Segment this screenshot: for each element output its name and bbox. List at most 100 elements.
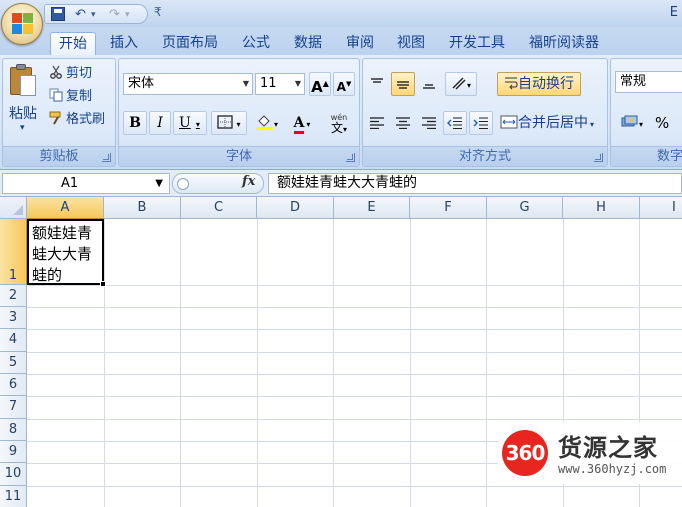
tab-developer[interactable]: 开发工具 [441, 32, 513, 55]
underline-icon: U [179, 115, 191, 131]
merge-cells-icon [500, 115, 518, 129]
row-header-10[interactable]: 10 [0, 463, 27, 486]
tab-review[interactable]: 审阅 [338, 32, 382, 55]
save-icon[interactable] [51, 7, 65, 21]
tab-home[interactable]: 开始 [50, 32, 96, 55]
select-all-button[interactable] [0, 197, 27, 219]
window-title: E [669, 5, 678, 20]
row-header-11[interactable]: 11 [0, 486, 27, 507]
clipboard-dialog-launcher-icon[interactable] [102, 153, 111, 162]
row-header-3[interactable]: 3 [0, 307, 27, 329]
column-header-b[interactable]: B [104, 197, 181, 219]
bold-button[interactable]: B [123, 111, 147, 135]
align-middle-icon [397, 81, 409, 89]
column-header-c[interactable]: C [181, 197, 257, 219]
row-header-4[interactable]: 4 [0, 329, 27, 352]
scissors-icon [50, 65, 62, 79]
group-number-label: 数字 [611, 146, 682, 166]
font-size-combo[interactable]: 11 ▼ [255, 73, 305, 95]
decrease-indent-icon [447, 117, 462, 129]
row-header-2[interactable]: 2 [0, 285, 27, 307]
font-color-button[interactable]: A ▾ [285, 111, 319, 135]
align-right-icon [422, 117, 436, 129]
paste-icon[interactable] [8, 63, 38, 97]
accounting-format-button[interactable]: ▾ [615, 111, 649, 135]
name-box[interactable]: A1 ▼ [2, 173, 170, 194]
formula-input[interactable]: 额娃娃青蛙大大青蛙的 [268, 173, 682, 194]
row-header-7[interactable]: 7 [0, 396, 27, 419]
chevron-down-icon[interactable]: ▼ [155, 174, 163, 193]
increase-indent-button[interactable] [469, 111, 493, 135]
column-header-i[interactable]: I [640, 197, 682, 219]
row-header-6[interactable]: 6 [0, 374, 27, 396]
column-header-a[interactable]: A [27, 197, 104, 219]
group-clipboard: 粘贴 ▾ 剪切 复制 格式刷 剪贴板 [2, 58, 116, 167]
tab-foxit-reader[interactable]: 福昕阅读器 [521, 32, 607, 55]
underline-button[interactable]: U ▾ [173, 111, 207, 135]
align-top-button[interactable] [365, 72, 389, 96]
format-painter-button[interactable]: 格式刷 [49, 110, 105, 130]
orientation-button[interactable]: ▾ [445, 72, 477, 96]
redo-icon[interactable]: ↷ [109, 7, 120, 23]
orientation-icon [452, 77, 466, 90]
group-number: 常规 ▾ % 数字 [610, 58, 682, 167]
row-header-5[interactable]: 5 [0, 352, 27, 374]
tab-insert[interactable]: 插入 [102, 32, 146, 55]
cut-button[interactable]: 剪切 [49, 64, 92, 84]
tab-page-layout[interactable]: 页面布局 [154, 32, 226, 55]
copy-button[interactable]: 复制 [49, 87, 92, 107]
align-center-button[interactable] [391, 111, 415, 135]
tab-formulas[interactable]: 公式 [234, 32, 278, 55]
paste-dropdown-icon[interactable]: ▾ [20, 123, 25, 133]
align-right-button[interactable] [417, 111, 441, 135]
number-format-combo[interactable]: 常规 [615, 71, 682, 93]
column-header-h[interactable]: H [563, 197, 640, 219]
row-header-1[interactable]: 1 [0, 219, 27, 285]
wrap-text-icon [505, 77, 518, 90]
customize-qat-icon[interactable]: ₹ [154, 5, 162, 19]
wrap-text-button[interactable]: 自动换行 [497, 72, 581, 96]
undo-dropdown-icon[interactable]: ▾ [91, 7, 96, 23]
row-header-8[interactable]: 8 [0, 419, 27, 441]
shrink-font-button[interactable]: A▼ [333, 72, 355, 96]
column-header-f[interactable]: F [410, 197, 487, 219]
phonetic-guide-button[interactable]: wén 文▾ [321, 111, 357, 135]
chevron-down-icon[interactable]: ▼ [292, 74, 304, 94]
align-bottom-icon [423, 84, 435, 89]
paste-button[interactable]: 粘贴 [9, 103, 37, 123]
font-dialog-launcher-icon[interactable] [346, 153, 355, 162]
row-header-9[interactable]: 9 [0, 441, 27, 463]
font-name-combo[interactable]: 宋体 ▼ [123, 73, 253, 95]
fill-handle[interactable] [100, 281, 106, 287]
decrease-indent-button[interactable] [443, 111, 467, 135]
align-left-button[interactable] [365, 111, 389, 135]
grow-font-button[interactable]: A▲ [309, 72, 331, 96]
title-bar: ↶ ▾ ↷ ▾ ₹ E [0, 0, 682, 27]
copy-icon [49, 88, 63, 102]
chevron-down-icon[interactable]: ▼ [240, 74, 252, 94]
fill-color-button[interactable]: ▾ [249, 111, 285, 135]
group-alignment-label: 对齐方式 [363, 146, 607, 166]
watermark: 360 货源之家 www.360hyzj.com [498, 422, 682, 484]
alignment-dialog-launcher-icon[interactable] [594, 153, 603, 162]
italic-button[interactable]: I [149, 111, 171, 135]
column-header-d[interactable]: D [257, 197, 334, 219]
font-name-value: 宋体 [128, 76, 155, 91]
office-button[interactable] [1, 3, 43, 45]
tab-data[interactable]: 数据 [286, 32, 330, 55]
group-clipboard-label: 剪贴板 [3, 146, 115, 166]
column-header-g[interactable]: G [487, 197, 563, 219]
insert-function-icon[interactable]: fx [242, 174, 255, 189]
align-bottom-button[interactable] [417, 72, 441, 96]
percent-style-button[interactable]: % [655, 113, 669, 133]
align-middle-button[interactable] [391, 72, 415, 96]
merge-center-button[interactable]: 合并后居中 ▾ [497, 111, 605, 135]
format-painter-label: 格式刷 [66, 112, 106, 127]
undo-icon[interactable]: ↶ [75, 7, 86, 23]
borders-button[interactable]: ▾ [211, 111, 247, 135]
tab-view[interactable]: 视图 [389, 32, 433, 55]
column-header-e[interactable]: E [334, 197, 410, 219]
redo-dropdown-icon[interactable]: ▾ [125, 7, 130, 23]
cell-a1[interactable]: 额娃娃青蛙大大青蛙的 [27, 219, 104, 285]
paint-bucket-icon [256, 115, 273, 130]
